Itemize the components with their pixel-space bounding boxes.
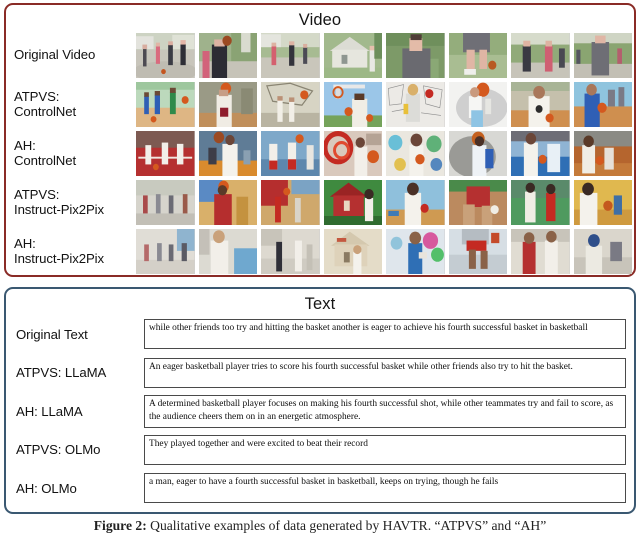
video-frame[interactable] bbox=[323, 82, 382, 127]
video-frame-strip bbox=[136, 32, 634, 79]
video-row-label: ATPVS: ControlNet bbox=[6, 88, 136, 120]
text-row-label: ATPVS: LLaMA bbox=[16, 365, 107, 381]
text-row-value[interactable]: A determined basketball player focuses o… bbox=[144, 394, 626, 428]
video-row: ATPVS: Instruct-Pix2Pix bbox=[6, 178, 634, 227]
video-frame-strip bbox=[136, 228, 634, 275]
video-frame[interactable] bbox=[261, 229, 320, 274]
video-frame[interactable] bbox=[198, 229, 257, 274]
video-frame[interactable] bbox=[136, 82, 195, 127]
video-frame[interactable] bbox=[573, 180, 632, 225]
text-row: ATPVS: LLaMA An eager basketball player … bbox=[6, 354, 634, 393]
video-frame[interactable] bbox=[573, 229, 632, 274]
video-row-label-line: Original Video bbox=[14, 47, 96, 63]
text-row-label: AH: LLaMA bbox=[16, 403, 83, 419]
text-row: ATPVS: OLMo They played together and wer… bbox=[6, 431, 634, 470]
figure-caption-prefix: Figure 2: bbox=[93, 518, 147, 533]
text-row: AH: OLMo a man, eager to have a fourth s… bbox=[6, 469, 634, 508]
video-frame[interactable] bbox=[136, 131, 195, 176]
video-frame[interactable] bbox=[448, 82, 507, 127]
video-row-label: AH: Instruct-Pix2Pix bbox=[6, 235, 136, 267]
text-row-label: ATPVS: OLMo bbox=[16, 442, 101, 458]
figure-caption-text: Qualitative examples of data generated b… bbox=[146, 518, 547, 533]
video-frame[interactable] bbox=[386, 82, 445, 127]
video-frame[interactable] bbox=[323, 229, 382, 274]
video-frame[interactable] bbox=[386, 229, 445, 274]
video-frame[interactable] bbox=[386, 33, 445, 78]
video-frame[interactable] bbox=[573, 33, 632, 78]
video-frame[interactable] bbox=[573, 82, 632, 127]
video-frame[interactable] bbox=[386, 131, 445, 176]
text-panel-title: Text bbox=[304, 295, 336, 313]
video-frame[interactable] bbox=[448, 229, 507, 274]
video-frame[interactable] bbox=[511, 131, 570, 176]
video-frame[interactable] bbox=[511, 33, 570, 78]
video-frame[interactable] bbox=[511, 180, 570, 225]
video-frame-strip bbox=[136, 81, 634, 128]
text-row-value[interactable]: An eager basketball player tries to scor… bbox=[144, 357, 626, 388]
video-row-label-line: ControlNet bbox=[14, 152, 77, 168]
video-frame[interactable] bbox=[261, 131, 320, 176]
text-row-value[interactable]: a man, eager to have a fourth successful… bbox=[144, 473, 626, 504]
video-frame[interactable] bbox=[448, 180, 507, 225]
video-frame[interactable] bbox=[323, 33, 382, 78]
video-frame[interactable] bbox=[386, 180, 445, 225]
figure-caption: Figure 2: Qualitative examples of data g… bbox=[0, 518, 640, 534]
video-row-label-line: Instruct-Pix2Pix bbox=[14, 250, 105, 266]
video-frame[interactable] bbox=[573, 131, 632, 176]
video-row-label-line: AH: bbox=[14, 137, 36, 153]
video-row-label: ATPVS: Instruct-Pix2Pix bbox=[6, 186, 136, 218]
video-row: Original Video bbox=[6, 31, 634, 80]
video-panel: Video Original Video ATPVS: ControlNet A… bbox=[4, 3, 636, 277]
video-row: AH: Instruct-Pix2Pix bbox=[6, 227, 634, 276]
video-frame[interactable] bbox=[136, 180, 195, 225]
text-row-value[interactable]: They played together and were excited to… bbox=[144, 434, 626, 465]
video-frame[interactable] bbox=[323, 131, 382, 176]
video-row: ATPVS: ControlNet bbox=[6, 80, 634, 129]
video-frame[interactable] bbox=[511, 82, 570, 127]
video-row-label-line: ControlNet bbox=[14, 103, 77, 119]
video-frame-strip bbox=[136, 179, 634, 226]
text-panel: Text Original Text while other friends t… bbox=[4, 287, 636, 514]
text-row-label: Original Text bbox=[16, 326, 88, 342]
video-frame[interactable] bbox=[136, 33, 195, 78]
video-frame[interactable] bbox=[198, 33, 257, 78]
video-frame-strip bbox=[136, 130, 634, 177]
text-row-value[interactable]: while other friends too try and hitting … bbox=[144, 319, 626, 350]
video-row-label: AH: ControlNet bbox=[6, 137, 136, 169]
video-frame[interactable] bbox=[261, 33, 320, 78]
video-row-label-line: Instruct-Pix2Pix bbox=[14, 201, 105, 217]
video-row-list: Original Video ATPVS: ControlNet AH: Con… bbox=[6, 31, 634, 276]
text-row: Original Text while other friends too tr… bbox=[6, 315, 634, 354]
video-frame[interactable] bbox=[511, 229, 570, 274]
text-row-list: Original Text while other friends too tr… bbox=[6, 315, 634, 509]
video-frame[interactable] bbox=[261, 82, 320, 127]
video-panel-title: Video bbox=[298, 11, 342, 29]
video-frame[interactable] bbox=[261, 180, 320, 225]
video-row-label-line: AH: bbox=[14, 235, 36, 251]
video-frame[interactable] bbox=[448, 131, 507, 176]
video-row-label: Original Video bbox=[6, 47, 136, 63]
video-frame[interactable] bbox=[198, 131, 257, 176]
text-row: AH: LLaMA A determined basketball player… bbox=[6, 392, 634, 431]
video-frame[interactable] bbox=[198, 82, 257, 127]
video-row: AH: ControlNet bbox=[6, 129, 634, 178]
video-frame[interactable] bbox=[198, 180, 257, 225]
video-frame[interactable] bbox=[323, 180, 382, 225]
video-row-label-line: ATPVS: bbox=[14, 186, 60, 202]
video-frame[interactable] bbox=[448, 33, 507, 78]
text-row-label: AH: OLMo bbox=[16, 480, 77, 496]
video-row-label-line: ATPVS: bbox=[14, 88, 60, 104]
video-frame[interactable] bbox=[136, 229, 195, 274]
